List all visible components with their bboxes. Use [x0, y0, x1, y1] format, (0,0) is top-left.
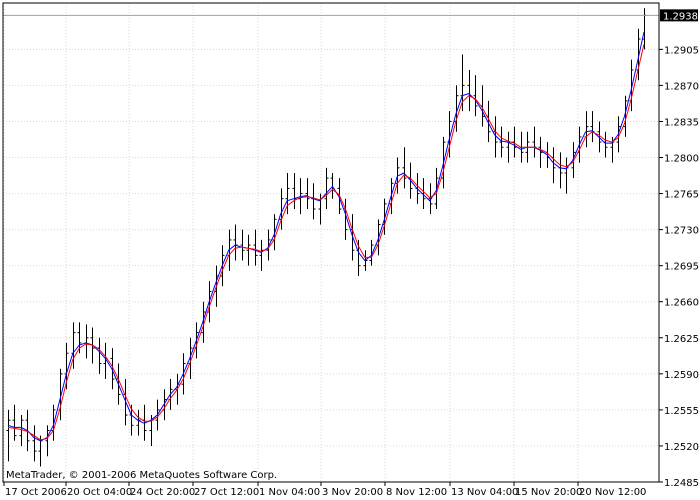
chart-window[interactable]: 1.2905 1.2870 1.2835 1.2800 1.2765 1.2730 1.26… — [0, 0, 700, 500]
chart-background — [0, 0, 700, 500]
y-tick-label: 1.2590 — [664, 370, 699, 381]
x-tick-label: 3 Nov 20:00 — [322, 487, 383, 498]
x-tick-label: 8 Nov 12:00 — [386, 487, 447, 498]
x-tick-label: 20 Oct 04:00 — [67, 487, 132, 498]
y-tick-label: 1.2625 — [664, 334, 699, 345]
y-tick-label: 1.2730 — [664, 226, 699, 237]
y-tick-label: 1.2695 — [664, 262, 699, 273]
x-tick-label: 17 Oct 2006 — [5, 487, 67, 498]
x-tick-label: 13 Nov 04:00 — [451, 487, 518, 498]
price-chart[interactable]: 1.2905 1.2870 1.2835 1.2800 1.2765 1.2730 1.26… — [0, 0, 700, 500]
x-tick-label: 15 Nov 20:00 — [515, 487, 582, 498]
current-price-value: 1.2938 — [663, 11, 698, 22]
y-tick-label: 1.2905 — [664, 45, 699, 56]
y-tick-label: 1.2660 — [664, 298, 699, 309]
current-price-label: 1.2938 — [660, 9, 698, 22]
y-tick-label: 1.2555 — [664, 406, 699, 417]
y-tick-label: 1.2800 — [664, 154, 699, 165]
x-tick-label: 1 Nov 04:00 — [259, 487, 320, 498]
copyright-text: MetaTrader, © 2001-2006 MetaQuotes Softw… — [6, 470, 277, 481]
y-tick-label: 1.2520 — [664, 442, 699, 453]
y-tick-label: 1.2870 — [664, 81, 699, 92]
x-tick-label: 20 Nov 12:00 — [579, 487, 646, 498]
y-tick-label: 1.2765 — [664, 190, 699, 201]
y-tick-label: 1.2835 — [664, 117, 699, 128]
y-tick-label: 1.2485 — [664, 478, 699, 489]
x-tick-label: 24 Oct 20:00 — [130, 487, 195, 498]
x-tick-label: 27 Oct 12:00 — [194, 487, 259, 498]
